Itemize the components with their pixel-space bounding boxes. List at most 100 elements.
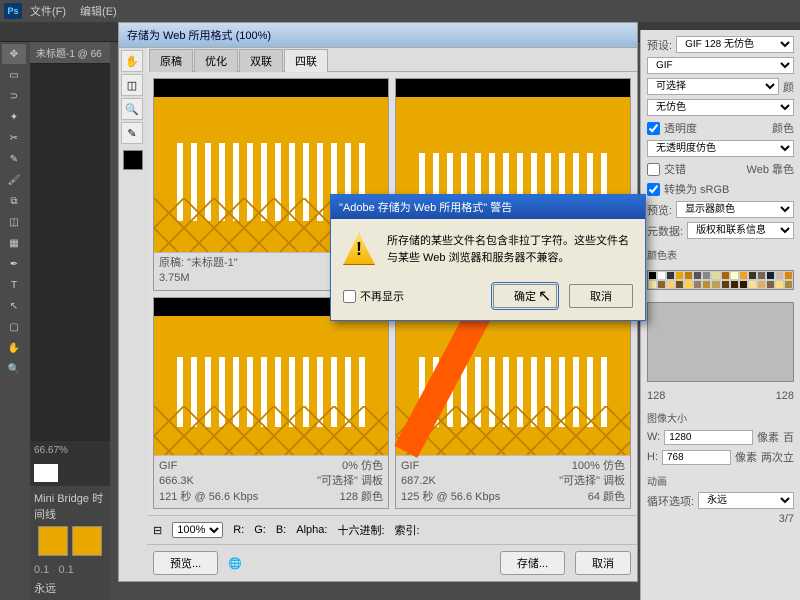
tab-optimized[interactable]: 优化 — [194, 49, 238, 72]
color-swatch[interactable] — [702, 271, 711, 280]
wand-tool-icon[interactable]: ✦ — [2, 107, 26, 127]
dialog-title: 存储为 Web 所用格式 (100%) — [119, 23, 637, 48]
sample-color-swatch[interactable] — [123, 150, 143, 170]
lasso-tool-icon[interactable]: ⊃ — [2, 86, 26, 106]
menu-edit[interactable]: 编辑(E) — [74, 1, 123, 21]
dont-show-again[interactable]: 不再显示 — [343, 288, 404, 304]
width-input[interactable] — [664, 430, 753, 445]
slice-icon[interactable]: ◫ — [121, 74, 143, 96]
pen-tool-icon[interactable]: ✒ — [2, 254, 26, 274]
interlaced-check[interactable] — [647, 163, 660, 176]
image-size-label: 图像大小 — [647, 410, 794, 425]
zoom-select[interactable]: 100% — [172, 522, 223, 538]
gradient-tool-icon[interactable]: ▦ — [2, 233, 26, 253]
frame-counter: 3/7 — [779, 513, 794, 525]
zoom-icon[interactable]: 🔍 — [121, 98, 143, 120]
tab-original[interactable]: 原稿 — [149, 49, 193, 72]
dither-select[interactable]: 无仿色 — [647, 99, 794, 116]
color-swatch[interactable] — [739, 280, 748, 289]
color-swatch[interactable] — [711, 280, 720, 289]
document-area: 未标题-1 @ 66 66.67% Mini Bridge 时间线 0.1 0.… — [30, 42, 110, 600]
foreground-swatch[interactable] — [34, 464, 58, 482]
srgb-check[interactable] — [647, 183, 660, 196]
color-swatch[interactable] — [675, 280, 684, 289]
reduction-select[interactable]: 可选择 — [647, 78, 779, 95]
crop-tool-icon[interactable]: ✂ — [2, 128, 26, 148]
eraser-tool-icon[interactable]: ◫ — [2, 212, 26, 232]
transparency-check[interactable] — [647, 122, 660, 135]
save-button[interactable]: 存储... — [500, 551, 565, 575]
format-select[interactable]: GIF — [647, 57, 794, 74]
color-swatch[interactable] — [784, 271, 793, 280]
color-swatch[interactable] — [666, 271, 675, 280]
menu-file[interactable]: 文件(F) — [24, 1, 72, 21]
hand-icon[interactable]: ✋ — [121, 50, 143, 72]
hand-tool-icon[interactable]: ✋ — [2, 338, 26, 358]
color-table[interactable] — [647, 270, 794, 290]
color-swatch[interactable] — [766, 271, 775, 280]
loop-forever[interactable]: 永远 — [34, 580, 106, 596]
move-tool-icon[interactable]: ✥ — [2, 44, 26, 64]
color-swatch[interactable] — [711, 271, 720, 280]
dont-show-checkbox[interactable] — [343, 290, 356, 303]
color-swatch[interactable] — [666, 280, 675, 289]
shape-tool-icon[interactable]: ▢ — [2, 317, 26, 337]
color-swatch[interactable] — [693, 271, 702, 280]
frame-thumb[interactable] — [72, 526, 102, 556]
app-menubar: Ps 文件(F) 编辑(E) — [0, 0, 800, 22]
color-swatch[interactable] — [693, 280, 702, 289]
browser-icon[interactable]: 🌐 — [228, 557, 242, 570]
color-swatch[interactable] — [739, 271, 748, 280]
color-swatch[interactable] — [757, 280, 766, 289]
color-swatch[interactable] — [721, 280, 730, 289]
type-tool-icon[interactable]: T — [2, 275, 26, 295]
frame-thumb[interactable] — [38, 526, 68, 556]
color-swatch[interactable] — [757, 271, 766, 280]
stamp-tool-icon[interactable]: ⧉ — [2, 191, 26, 211]
color-swatch[interactable] — [684, 280, 693, 289]
tab-fourup[interactable]: 四联 — [284, 49, 328, 72]
color-swatch[interactable] — [748, 280, 757, 289]
optimize-settings-panel: 预设:GIF 128 无仿色 GIF 可选择颜 无仿色 透明度颜色 无透明度仿色… — [640, 30, 800, 600]
color-swatch[interactable] — [648, 280, 657, 289]
color-swatch[interactable] — [784, 280, 793, 289]
color-swatch[interactable] — [675, 271, 684, 280]
color-swatch[interactable] — [766, 280, 775, 289]
color-swatch[interactable] — [748, 271, 757, 280]
cancel-button[interactable]: 取消 — [569, 284, 633, 308]
zoom-level: 66.67% — [30, 441, 110, 460]
preview-cell[interactable]: GIF0% 仿色 666.3K"可选择" 调板 121 秒 @ 56.6 Kbp… — [153, 297, 389, 510]
color-swatch[interactable] — [684, 271, 693, 280]
preset-select[interactable]: GIF 128 无仿色 — [676, 36, 794, 53]
mini-bridge-tab[interactable]: Mini Bridge — [34, 493, 89, 505]
color-swatch[interactable] — [775, 271, 784, 280]
color-swatch[interactable] — [702, 280, 711, 289]
warning-icon: ! — [343, 233, 375, 265]
eyedropper-tool-icon[interactable]: ✎ — [2, 149, 26, 169]
color-swatch[interactable] — [657, 271, 666, 280]
cancel-button[interactable]: 取消 — [575, 551, 631, 575]
preview-cell[interactable]: GIF100% 仿色 687.2K"可选择" 调板 125 秒 @ 56.6 K… — [395, 297, 631, 510]
zoom-tool-icon[interactable]: 🔍 — [2, 359, 26, 379]
tab-twoup[interactable]: 双联 — [239, 49, 283, 72]
color-swatch[interactable] — [730, 280, 739, 289]
preview-button[interactable]: 预览... — [153, 551, 218, 575]
preview-select[interactable]: 显示器颜色 — [676, 201, 794, 218]
color-swatch[interactable] — [730, 271, 739, 280]
ok-button[interactable]: 确定 — [493, 284, 557, 308]
color-swatch[interactable] — [648, 271, 657, 280]
document-tab[interactable]: 未标题-1 @ 66 — [30, 42, 110, 64]
color-swatch[interactable] — [657, 280, 666, 289]
eyedropper-icon[interactable]: ✎ — [121, 122, 143, 144]
matte-select[interactable]: 无透明度仿色 — [647, 140, 794, 157]
path-tool-icon[interactable]: ↖ — [2, 296, 26, 316]
marquee-tool-icon[interactable]: ▭ — [2, 65, 26, 85]
loop-select[interactable]: 永远 — [698, 492, 794, 509]
dialog-status-bar: ⊟ 100% R:G:B: Alpha:十六进制:索引: — [147, 515, 637, 544]
brush-tool-icon[interactable]: 🖌 — [2, 170, 26, 190]
preview-tools: ✋ ◫ 🔍 ✎ — [119, 48, 147, 581]
color-swatch[interactable] — [775, 280, 784, 289]
height-input[interactable] — [662, 450, 731, 465]
color-swatch[interactable] — [721, 271, 730, 280]
metadata-select[interactable]: 版权和联系信息 — [687, 222, 794, 239]
